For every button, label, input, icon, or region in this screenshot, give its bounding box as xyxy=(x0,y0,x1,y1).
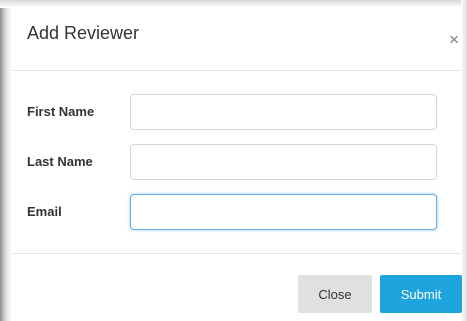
modal-title: Add Reviewer xyxy=(27,23,140,43)
first-name-field[interactable] xyxy=(130,94,437,130)
modal-body: First Name Last Name Email xyxy=(12,72,461,252)
last-name-label: Last Name xyxy=(27,154,93,169)
modal-header: Add Reviewer × xyxy=(12,6,461,71)
close-icon[interactable]: × xyxy=(449,31,459,48)
last-name-field[interactable] xyxy=(130,144,437,180)
email-field[interactable] xyxy=(130,194,437,230)
modal-footer: Close Submit xyxy=(12,253,462,321)
screen: Add Reviewer × First Name Last Name Emai… xyxy=(0,0,467,321)
email-label: Email xyxy=(27,204,62,219)
email-row: Email xyxy=(12,194,461,230)
add-reviewer-dialog: Add Reviewer × First Name Last Name Emai… xyxy=(12,6,462,321)
modal-shadow-left xyxy=(0,0,12,321)
submit-button[interactable]: Submit xyxy=(380,275,462,313)
modal-shadow-right xyxy=(461,0,467,321)
first-name-row: First Name xyxy=(12,94,461,130)
close-button[interactable]: Close xyxy=(298,275,372,313)
first-name-label: First Name xyxy=(27,104,95,119)
last-name-row: Last Name xyxy=(12,144,461,180)
